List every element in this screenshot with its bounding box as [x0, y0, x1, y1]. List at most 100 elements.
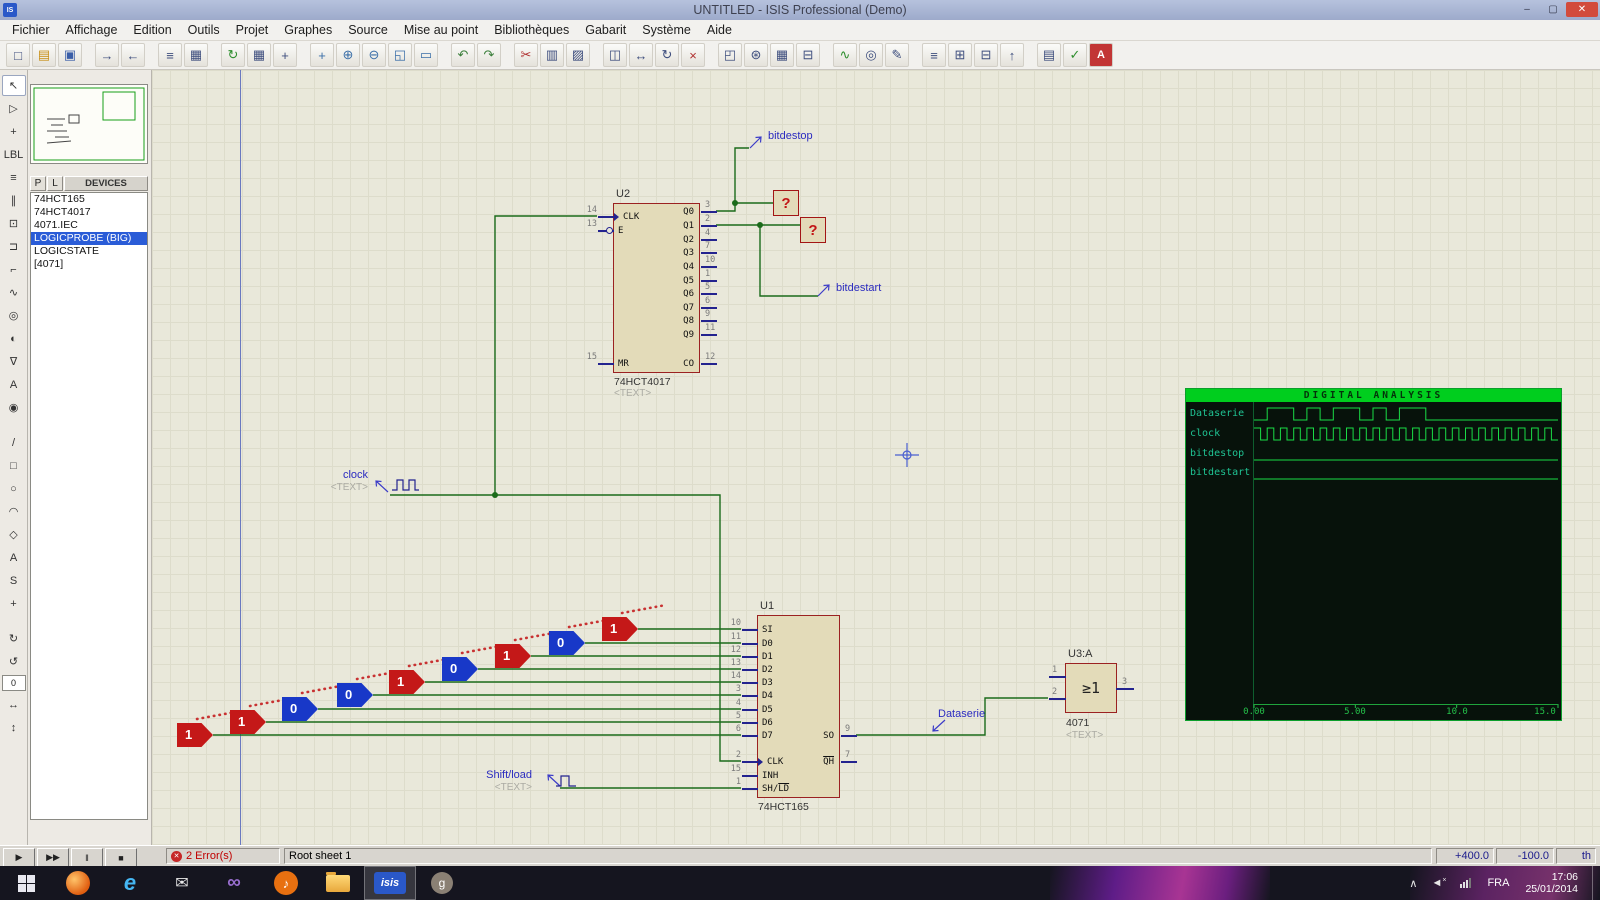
terminals-mode-icon[interactable]: ⊐: [2, 236, 26, 257]
device-logicprobe-big[interactable]: LOGICPROBE (BIG): [31, 232, 147, 245]
bitdestop-label[interactable]: bitdestop: [768, 130, 813, 142]
digital-analysis-graph[interactable]: DIGITAL ANALYSIS Dataserie clock bitdestop…: [1185, 388, 1562, 721]
rotation-angle-display[interactable]: 0: [1, 675, 26, 691]
2d-path-mode-icon[interactable]: ◇: [2, 524, 26, 545]
close-button[interactable]: ✕: [1566, 2, 1598, 17]
wire-autorouter-icon[interactable]: ∿: [833, 43, 857, 67]
menu-syst-me[interactable]: Système: [634, 21, 699, 39]
unknown-probe-box[interactable]: ?: [800, 217, 826, 243]
language-indicator[interactable]: FRA: [1487, 877, 1509, 889]
volume-icon[interactable]: ◄×: [1431, 877, 1446, 889]
2d-box-mode-icon[interactable]: □: [2, 455, 26, 476]
taskbar-mail[interactable]: ✉: [156, 866, 208, 900]
device-pins-mode-icon[interactable]: ⌐: [2, 259, 26, 280]
minimize-button[interactable]: –: [1514, 2, 1540, 17]
shiftload-text-placeholder[interactable]: <TEXT>: [478, 782, 532, 793]
mark-output-area-icon[interactable]: ▦: [184, 43, 208, 67]
stop-button[interactable]: ■: [105, 848, 137, 867]
save-design-icon[interactable]: ▣: [58, 43, 82, 67]
component-mode-icon[interactable]: ▷: [2, 98, 26, 119]
print-icon[interactable]: ≡: [158, 43, 182, 67]
error-panel[interactable]: ✕ 2 Error(s): [166, 848, 280, 864]
block-copy-icon[interactable]: ◫: [603, 43, 627, 67]
rotate-anticlockwise-icon[interactable]: ↺: [2, 651, 26, 672]
junction-dot-mode-icon[interactable]: +: [2, 121, 26, 142]
taskbar-clock[interactable]: 17:06 25/01/2014: [1525, 871, 1578, 895]
taskbar-visual-studio[interactable]: ∞: [208, 866, 260, 900]
taskbar-gimp[interactable]: g: [416, 866, 468, 900]
menu-projet[interactable]: Projet: [228, 21, 277, 39]
taskbar-file-explorer[interactable]: [312, 866, 364, 900]
2d-line-mode-icon[interactable]: /: [2, 432, 26, 453]
undo-icon[interactable]: ↶: [451, 43, 475, 67]
copy-icon[interactable]: ▥: [540, 43, 564, 67]
device-logicstate[interactable]: LOGICSTATE: [31, 245, 147, 258]
cut-icon[interactable]: ✂: [514, 43, 538, 67]
device-4071-iec[interactable]: 4071.IEC: [31, 219, 147, 232]
clock-text-placeholder[interactable]: <TEXT>: [314, 482, 368, 493]
wire-label-mode-icon[interactable]: LBL: [2, 144, 26, 165]
false-origin-icon[interactable]: +: [273, 43, 297, 67]
unknown-probe-box[interactable]: ?: [773, 190, 799, 216]
import-section-icon[interactable]: →: [95, 43, 119, 67]
2d-text-mode-icon[interactable]: A: [2, 547, 26, 568]
generator-mode-icon[interactable]: ◐: [2, 328, 26, 349]
device-74hct4017[interactable]: 74HCT4017: [31, 206, 147, 219]
menu-aide[interactable]: Aide: [699, 21, 740, 39]
shiftload-generator-label[interactable]: Shift/load: [470, 769, 532, 781]
graph-mode-icon[interactable]: ∿: [2, 282, 26, 303]
toggle-grid-icon[interactable]: ▦: [247, 43, 271, 67]
2d-circle-mode-icon[interactable]: ○: [2, 478, 26, 499]
2d-marker-mode-icon[interactable]: +: [2, 593, 26, 614]
mirror-horizontal-icon[interactable]: ↔: [2, 694, 26, 715]
shiftload-generator-arrow[interactable]: [547, 774, 561, 787]
mirror-vertical-icon[interactable]: ↕: [2, 717, 26, 738]
search-and-tag-icon[interactable]: ◎: [859, 43, 883, 67]
menu-biblioth-ques[interactable]: Bibliothèques: [486, 21, 577, 39]
taskbar-isis[interactable]: isis: [364, 866, 416, 900]
clock-generator-arrow[interactable]: [375, 480, 389, 493]
maximize-button[interactable]: ▢: [1540, 2, 1566, 17]
menu-gabarit[interactable]: Gabarit: [577, 21, 634, 39]
refresh-display-icon[interactable]: ↻: [221, 43, 245, 67]
menu-outils[interactable]: Outils: [180, 21, 228, 39]
network-icon[interactable]: [1460, 878, 1472, 888]
block-move-icon[interactable]: ↔: [629, 43, 653, 67]
bitdestart-label[interactable]: bitdestart: [836, 282, 881, 294]
export-section-icon[interactable]: ←: [121, 43, 145, 67]
block-rotate-icon[interactable]: ↻: [655, 43, 679, 67]
tape-recorder-mode-icon[interactable]: ◎: [2, 305, 26, 326]
voltage-probe-mode-icon[interactable]: ∇: [2, 351, 26, 372]
design-explorer-icon[interactable]: ≡: [922, 43, 946, 67]
menu-affichage[interactable]: Affichage: [58, 21, 126, 39]
zoom-area-icon[interactable]: ▭: [414, 43, 438, 67]
component-u2-74hct4017[interactable]: U2 74HCT4017 <TEXT> 14 CLK 13 E 15 MR 3 Q0 2 Q1 4 Q2 7 Q…: [587, 188, 717, 399]
open-design-icon[interactable]: ▤: [32, 43, 56, 67]
wire-clock-main[interactable]: [390, 494, 741, 762]
menu-source[interactable]: Source: [340, 21, 396, 39]
current-probe-mode-icon[interactable]: A: [2, 374, 26, 395]
redo-icon[interactable]: ↷: [477, 43, 501, 67]
clock-generator-label[interactable]: clock: [320, 469, 368, 481]
library-manager-button[interactable]: L: [47, 176, 63, 191]
taskbar-start[interactable]: [0, 866, 52, 900]
pick-parts-icon[interactable]: ◰: [718, 43, 742, 67]
menu-mise-au-point[interactable]: Mise au point: [396, 21, 486, 39]
taskbar-internet-explorer[interactable]: e: [104, 866, 156, 900]
zoom-out-icon[interactable]: ⊖: [362, 43, 386, 67]
menu-edition[interactable]: Edition: [125, 21, 179, 39]
step-button[interactable]: ▶▶: [37, 848, 69, 867]
show-desktop-button[interactable]: [1592, 866, 1600, 900]
exit-to-parent-icon[interactable]: ↑: [1000, 43, 1024, 67]
pause-button[interactable]: ‖: [71, 848, 103, 867]
text-script-mode-icon[interactable]: ≡: [2, 167, 26, 188]
bitdestop-tag-arrow[interactable]: [749, 136, 762, 149]
packaging-tool-icon[interactable]: ▦: [770, 43, 794, 67]
selection-pointer-icon[interactable]: ↖: [1, 75, 26, 96]
component-u1-74hct165[interactable]: U1 74HCT165 10 SI 11 D0 12 D1 13 D2 14 D3 3 D4 4 D5 5 D6 6…: [731, 600, 857, 813]
hidden-icons-chevron[interactable]: ∧: [1409, 877, 1417, 890]
electrical-rules-check-icon[interactable]: ✓: [1063, 43, 1087, 67]
make-device-icon[interactable]: ⊛: [744, 43, 768, 67]
bill-of-materials-icon[interactable]: ▤: [1037, 43, 1061, 67]
virtual-instruments-mode-icon[interactable]: ◉: [2, 397, 26, 418]
